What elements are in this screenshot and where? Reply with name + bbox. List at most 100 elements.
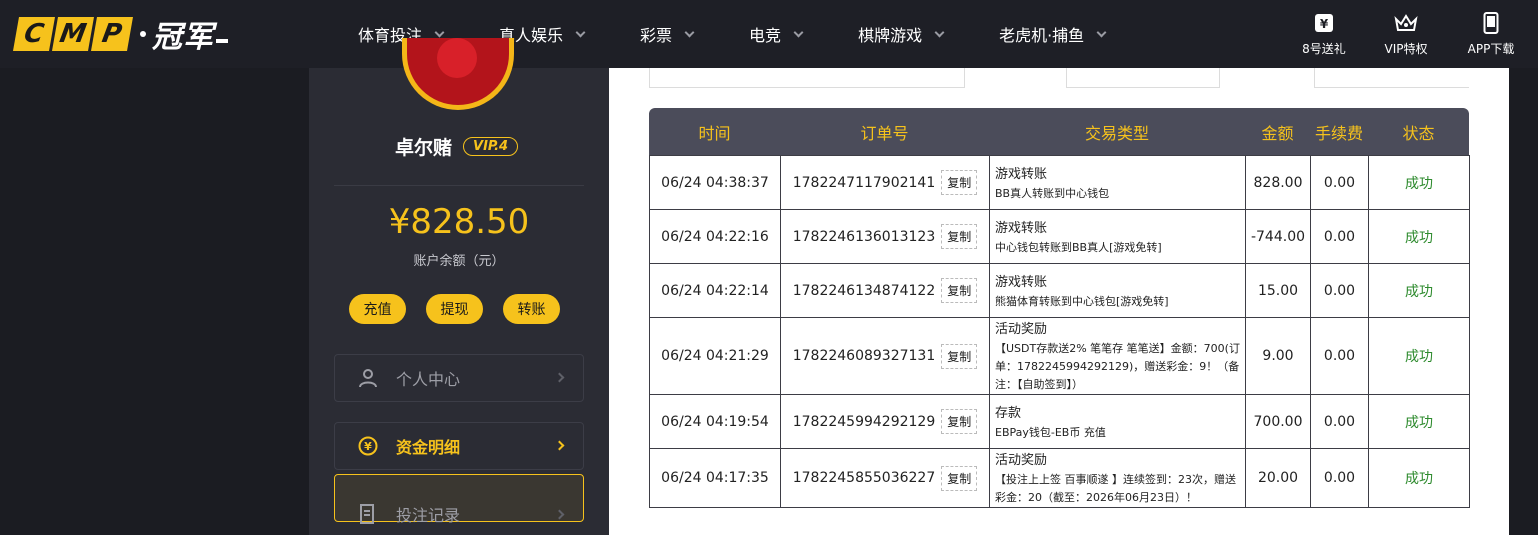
cell-type: 活动奖励【投注上上签 百事顺遂 】连续签到：23次，赠送彩金：20（截至：202…: [989, 448, 1246, 508]
table-row: 06/24 04:22:16 1782246136013123 复制 游戏转账中心…: [649, 209, 1470, 264]
sidebar-item-profile[interactable]: 个人中心: [334, 354, 584, 402]
cell-type: 活动奖励 【USDT存款送2% 笔笔存 笔笔送】金额：700(订单：1782245…: [989, 317, 1246, 395]
filter-tabs[interactable]: [649, 68, 965, 88]
transfer-button[interactable]: 转账: [503, 294, 560, 324]
chevron-down-icon: [1096, 27, 1107, 37]
nav-label: 老虎机·捕鱼: [999, 26, 1085, 45]
chevron-down-icon: [575, 27, 586, 37]
site-logo[interactable]: C M P 冠军: [13, 16, 228, 55]
deposit-button[interactable]: 充值: [349, 294, 406, 324]
quick-link-label: 8号送礼: [1302, 42, 1346, 56]
table-row: 06/24 04:17:35 1782245855036227 复制 活动奖励 【投…: [649, 448, 1470, 508]
user-info: 卓尔赌 VIP.4: [395, 133, 519, 160]
cell-amount: 828.00: [1245, 155, 1311, 210]
cell-type: 游戏转账 BB真人转账到中心钱包: [989, 155, 1246, 210]
cell-time: 06/24 04:22:16: [649, 209, 781, 264]
quick-link-vip[interactable]: VIP特权: [1366, 12, 1446, 57]
cell-fee: 0.00: [1310, 394, 1369, 449]
cell-amount: 20.00: [1245, 448, 1311, 508]
sidebar-item-bets[interactable]: 投注记录: [334, 474, 584, 525]
table-row: 06/24 04:21:29 1782246089327131 复制 活动奖励 【U…: [649, 317, 1470, 395]
transactions-table: 时间 订单号 交易类型 金额 手续费 状态 06/24 04:38:37 178…: [649, 108, 1470, 508]
sidebar-item-label: 个人中心: [396, 370, 461, 389]
nav-label: 彩票: [640, 26, 673, 45]
copy-button[interactable]: 复制: [941, 409, 978, 434]
chevron-down-icon: [793, 27, 804, 37]
cell-type: 游戏转账中心钱包转账到BB真人[游戏免转]: [989, 209, 1246, 264]
cell-time: 06/24 04:17:35: [649, 448, 781, 508]
quick-link-app[interactable]: APP下载: [1451, 12, 1531, 57]
cell-order: 1782246134874122 复制: [780, 263, 990, 318]
order-number: 1782246136013123: [792, 228, 936, 245]
type-title: 游戏转账: [995, 220, 1048, 236]
sidebar-item-funds[interactable]: ¥ 资金明细: [334, 422, 584, 470]
copy-button[interactable]: 复制: [941, 465, 978, 491]
cell-status: 成功: [1368, 209, 1470, 264]
type-detail: 中心钱包转账到BB真人[游戏免转]: [995, 240, 1162, 254]
type-detail: BB真人转账到中心钱包: [995, 186, 1110, 200]
order-number: 1782246134874122: [792, 282, 936, 299]
nav-label: 棋牌游戏: [858, 26, 923, 45]
sidebar-item-label: 资金明细: [396, 438, 461, 457]
quick-link-gift[interactable]: ¥ 8号送礼: [1284, 12, 1364, 57]
type-title: 活动奖励: [995, 453, 1048, 468]
user-icon: [358, 368, 378, 388]
vip-badge[interactable]: VIP.4: [463, 137, 519, 156]
gift-ticket-icon: ¥: [1312, 12, 1336, 34]
table-body: 06/24 04:38:37 1782247117902141 复制 游戏转账 BB…: [649, 155, 1470, 508]
column-header: 交易类型: [1084, 123, 1149, 143]
document-icon: [358, 504, 378, 524]
cell-status: 成功: [1368, 263, 1470, 318]
cell-time: 06/24 04:21:29: [649, 317, 781, 395]
cell-fee: 0.00: [1310, 263, 1369, 318]
account-sidebar: 卓尔赌 VIP.4 ¥828.50 账户余额（元） 充值 提现 转账 个人中心 …: [309, 38, 609, 535]
column-header: 时间: [698, 123, 731, 143]
logo-letter: C: [13, 17, 55, 51]
logo-letter: P: [91, 17, 133, 51]
copy-button[interactable]: 复制: [941, 170, 978, 195]
withdraw-button[interactable]: 提现: [426, 294, 483, 324]
cell-status: 成功: [1368, 155, 1470, 210]
phone-icon: [1479, 12, 1503, 34]
type-title: 游戏转账: [995, 274, 1048, 290]
order-number: 1782245994292129: [792, 413, 936, 430]
order-number: 1782246089327131: [792, 348, 936, 364]
chevron-right-icon: [554, 372, 565, 383]
date-filter[interactable]: [1066, 68, 1220, 88]
yen-coin-icon: ¥: [358, 436, 378, 456]
copy-button[interactable]: 复制: [941, 343, 978, 369]
chevron-right-icon: [554, 440, 565, 451]
nav-item-esports[interactable]: 电竞: [749, 22, 804, 46]
type-detail: 【投注上上签 百事顺遂 】连续签到：23次，赠送彩金：20（截至：2026年06…: [995, 473, 1236, 504]
cell-amount: -744.00: [1245, 209, 1311, 264]
cell-order: 1782247117902141 复制: [780, 155, 990, 210]
wallet-actions: 充值 提现 转账: [349, 294, 560, 324]
table-header: 时间 订单号 交易类型 金额 手续费 状态: [649, 108, 1469, 155]
svg-text:¥: ¥: [1320, 17, 1329, 31]
nav-item-lottery[interactable]: 彩票: [640, 22, 695, 46]
avatar[interactable]: [402, 38, 514, 110]
cell-time: 06/24 04:19:54: [649, 394, 781, 449]
type-filter[interactable]: [1314, 68, 1469, 88]
chevron-down-icon: [934, 27, 945, 37]
cell-order: 1782246136013123 复制: [780, 209, 990, 264]
logo-text: 冠军: [152, 20, 214, 55]
cell-amount: 9.00: [1245, 317, 1311, 395]
table-row: 06/24 04:38:37 1782247117902141 复制 游戏转账 BB…: [649, 155, 1470, 210]
balance-label: 账户余额（元）: [413, 254, 505, 269]
table-row: 06/24 04:22:14 1782246134874122 复制 游戏转账 熊猫…: [649, 263, 1470, 318]
nav-label: 电竞: [749, 26, 782, 45]
logo-dash: [216, 39, 228, 43]
nav-item-card-games[interactable]: 棋牌游戏: [858, 22, 945, 46]
balance-amount: ¥828.50: [388, 202, 530, 242]
copy-button[interactable]: 复制: [941, 278, 978, 303]
copy-button[interactable]: 复制: [941, 224, 978, 249]
nav-item-slots-fishing[interactable]: 老虎机·捕鱼: [999, 22, 1107, 46]
column-header: 订单号: [860, 123, 909, 143]
cell-order: 1782246089327131 复制: [780, 317, 990, 395]
cell-type: 游戏转账熊猫体育转账到中心钱包[游戏免转]: [989, 263, 1246, 318]
cell-order: 1782245994292129 复制: [780, 394, 990, 449]
type-title: 存款: [995, 405, 1022, 421]
type-detail: 熊猫体育转账到中心钱包[游戏免转]: [995, 294, 1169, 308]
cell-amount: 700.00: [1245, 394, 1311, 449]
